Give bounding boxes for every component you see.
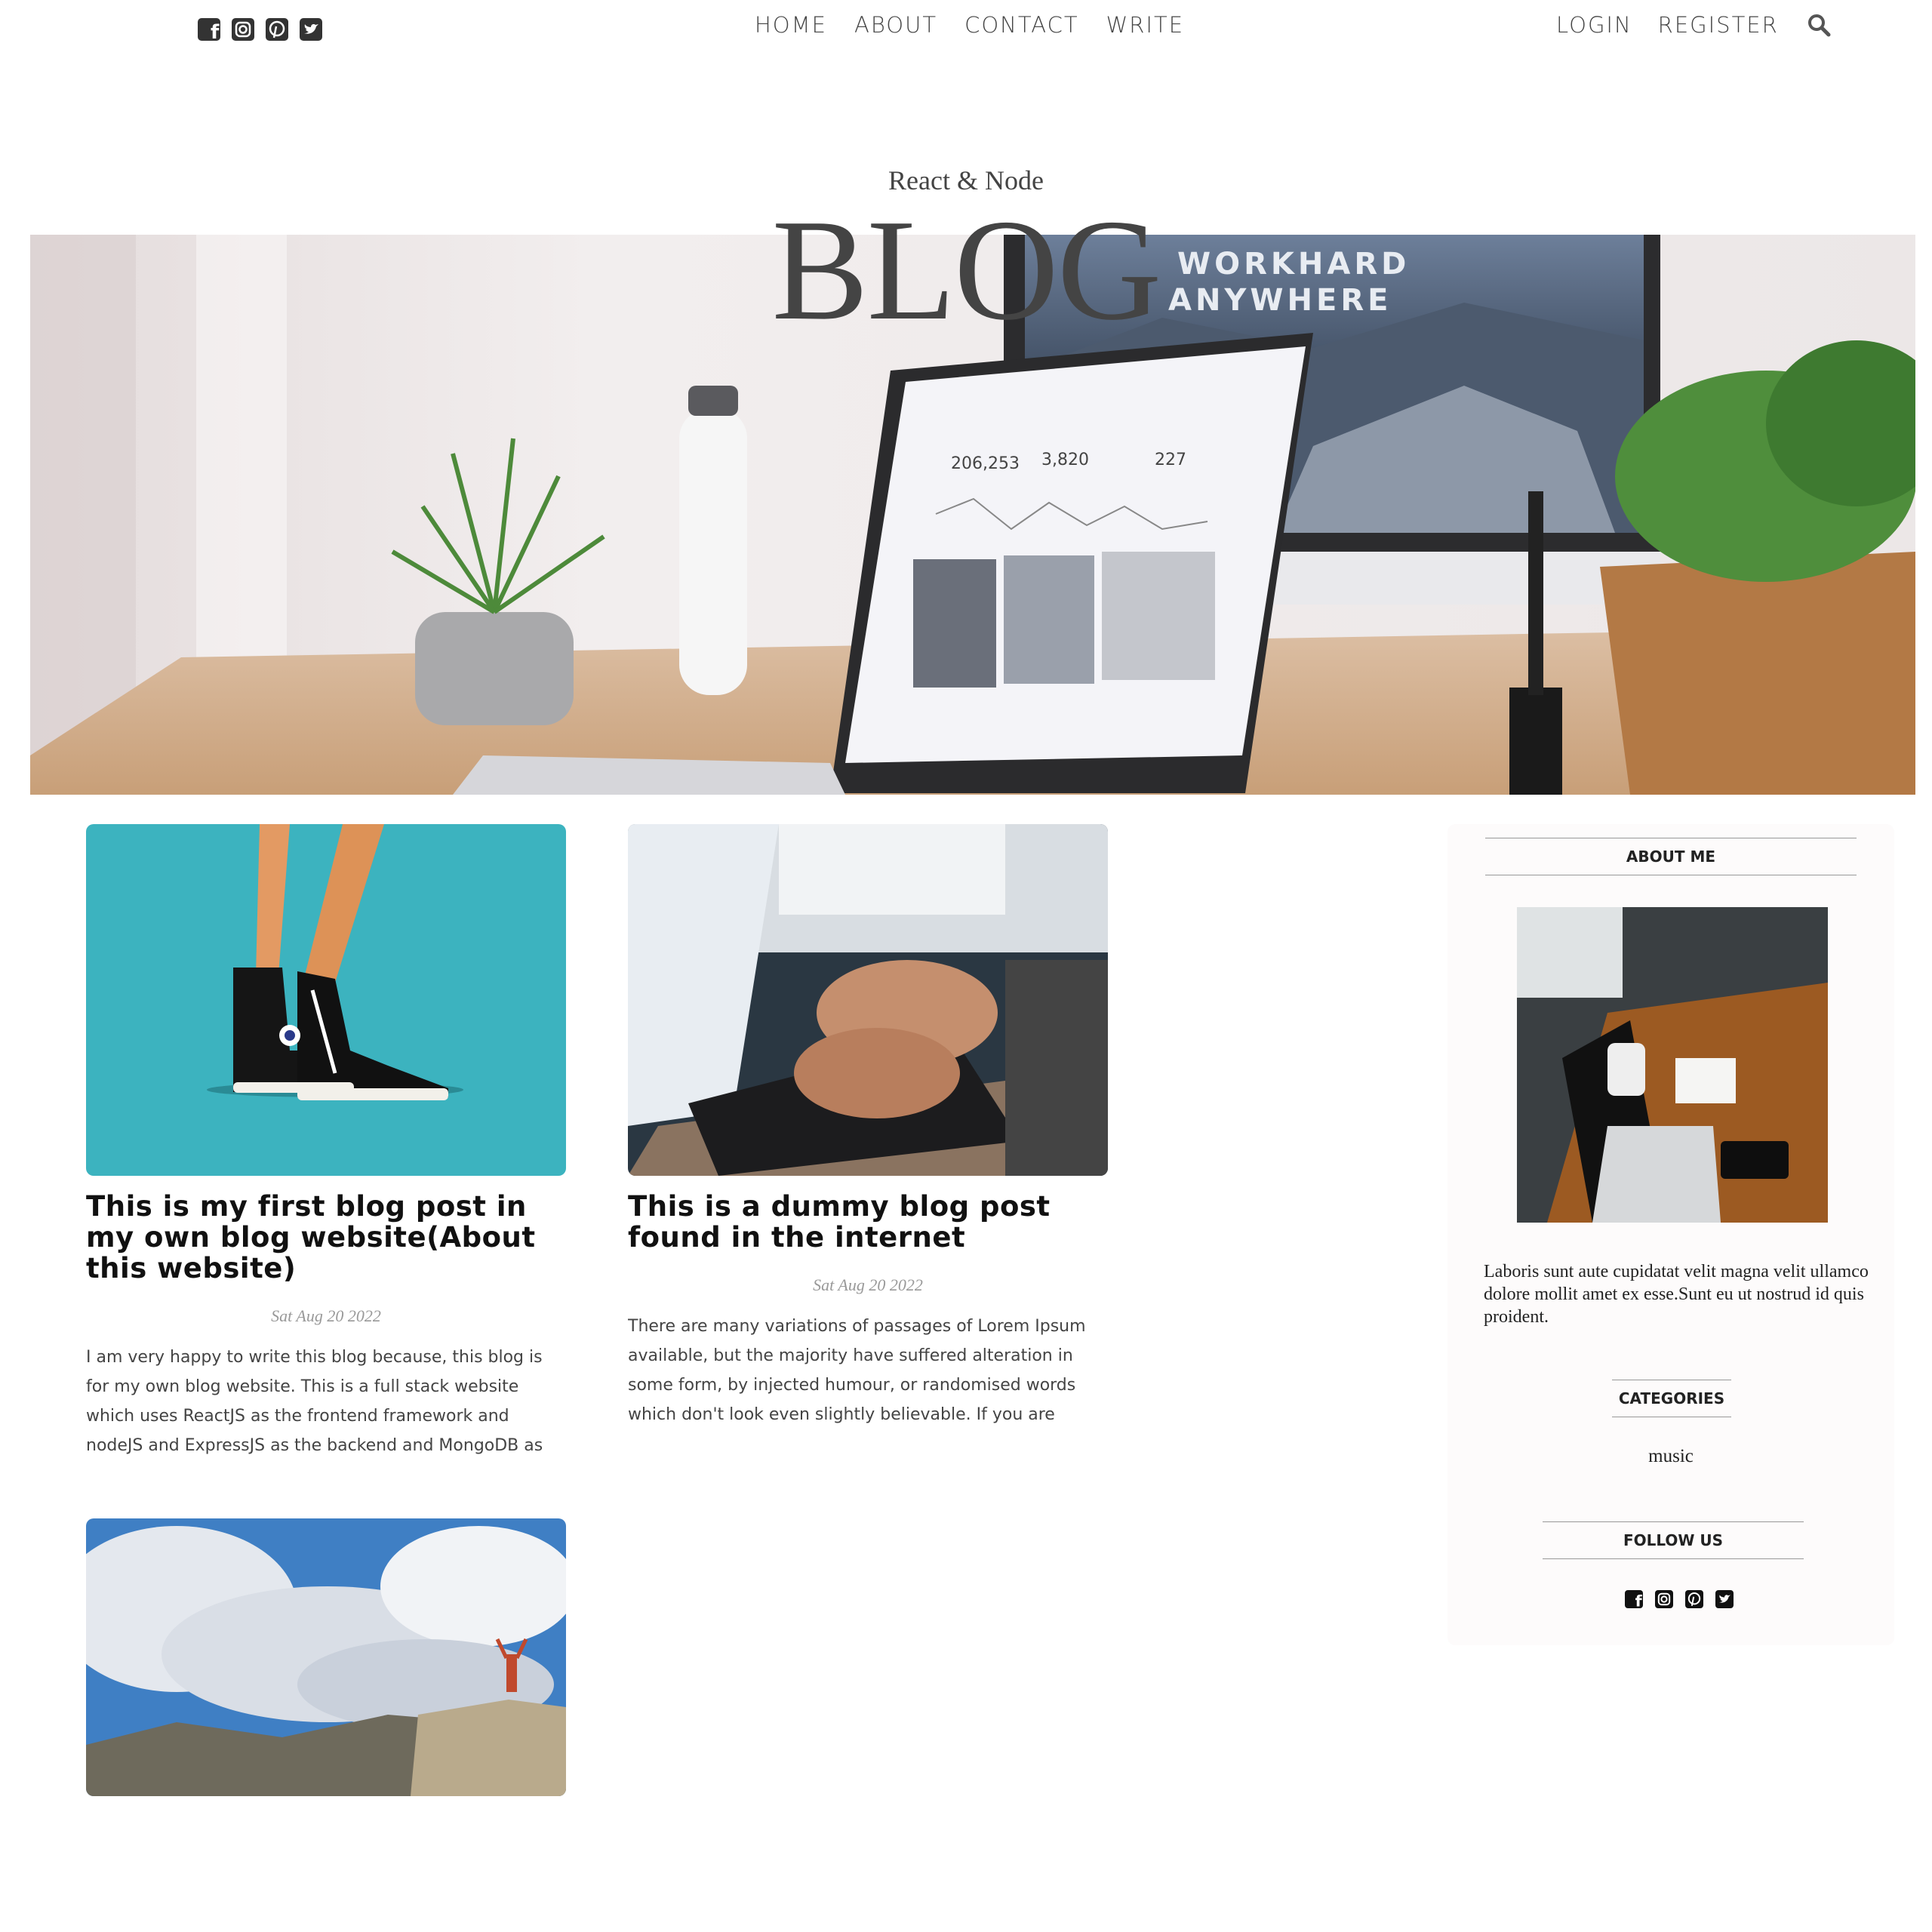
facebook-icon[interactable]: f — [198, 18, 220, 41]
svg-text:f: f — [211, 21, 220, 41]
main-nav: HOME ABOUT CONTACT WRITE — [755, 12, 1184, 38]
hero-stat-1: 206,253 — [951, 454, 1020, 473]
post-date: Sat Aug 20 2022 — [271, 1306, 381, 1325]
nav-write[interactable]: WRITE — [1106, 12, 1184, 38]
about-me-heading: ABOUT ME — [1485, 838, 1857, 875]
post-date: Sat Aug 20 2022 — [813, 1275, 923, 1294]
post-card[interactable]: This is my first blog post in my own blo… — [86, 824, 566, 1460]
categories-heading: CATEGORIES — [1612, 1380, 1731, 1417]
post-card[interactable] — [86, 1518, 566, 1796]
nav-register[interactable]: REGISTER — [1658, 12, 1779, 38]
category-item[interactable]: music — [1447, 1446, 1894, 1467]
search-icon[interactable] — [1806, 12, 1832, 38]
nav-home[interactable]: HOME — [755, 12, 827, 38]
top-social-icons: f — [198, 18, 322, 41]
post-description: There are many variations of passages of… — [628, 1317, 1086, 1424]
about-image — [1517, 907, 1828, 1223]
about-text: Laboris sunt aute cupidatat velit magna … — [1484, 1262, 1869, 1327]
sidebar: ABOUT ME Laboris sunt aute cupidatat vel… — [1447, 824, 1894, 1645]
pinterest-icon[interactable] — [1685, 1590, 1703, 1608]
header-title: BLOG — [771, 189, 1162, 350]
post-image[interactable] — [86, 824, 566, 1176]
follow-us-heading: FOLLOW US — [1543, 1521, 1804, 1559]
sidebar-social-icons: f — [1625, 1590, 1734, 1608]
hero-stat-3: 227 — [1155, 451, 1186, 469]
pinterest-icon[interactable] — [266, 18, 288, 41]
svg-text:f: f — [1635, 1592, 1643, 1608]
auth-nav: LOGIN REGISTER — [1556, 12, 1832, 38]
twitter-icon[interactable] — [300, 18, 322, 41]
post-title[interactable]: This is a dummy blog post found in the i… — [628, 1191, 1108, 1253]
instagram-icon[interactable] — [1655, 1590, 1673, 1608]
post-title[interactable]: This is my first blog post in my own blo… — [86, 1191, 566, 1284]
post-image[interactable] — [86, 1518, 566, 1796]
hero-stat-2: 3,820 — [1041, 451, 1089, 469]
nav-login[interactable]: LOGIN — [1556, 12, 1632, 38]
twitter-icon[interactable] — [1715, 1590, 1734, 1608]
post-description: I am very happy to write this blog becau… — [86, 1348, 543, 1455]
top-bar: f HOME ABOUT CONTACT WRITE LOGIN REGISTE… — [0, 0, 1932, 57]
instagram-icon[interactable] — [232, 18, 254, 41]
post-card[interactable]: This is a dummy blog post found in the i… — [628, 824, 1108, 1429]
nav-contact[interactable]: CONTACT — [964, 12, 1079, 38]
post-image[interactable] — [628, 824, 1108, 1176]
nav-about[interactable]: ABOUT — [854, 12, 937, 38]
facebook-icon[interactable]: f — [1625, 1590, 1643, 1608]
